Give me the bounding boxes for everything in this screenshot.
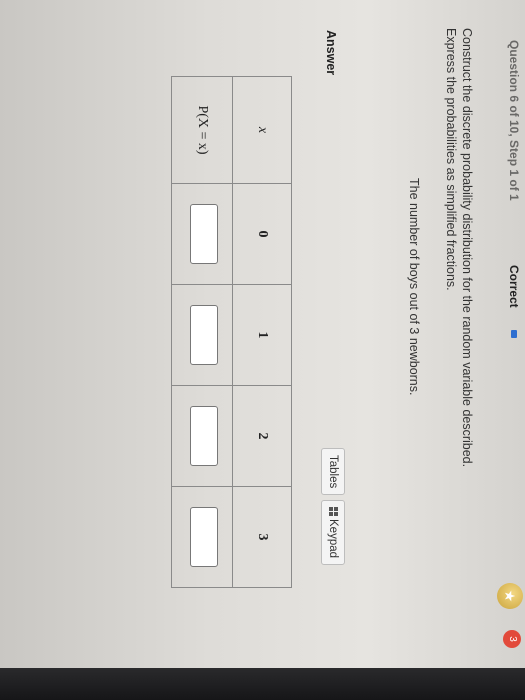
answer-cell-3 [171,486,233,588]
answer-input-3[interactable] [190,507,219,567]
answer-input-2[interactable] [190,406,219,466]
answer-input-1[interactable] [190,305,219,365]
answer-cell-0 [171,183,233,285]
table-row-probability: P(X = x) [171,76,233,588]
star-icon[interactable]: ★ [497,583,523,609]
table-row-x: x 0 1 2 3 [232,76,292,588]
star-count-badge: 3 [503,630,521,648]
row-label-probability: P(X = x) [171,76,233,184]
question-instructions: Construct the discrete probability distr… [444,28,474,468]
keypad-button[interactable]: Keypad [321,500,345,566]
device-bezel [0,668,525,700]
row-label-x: x [232,76,292,184]
tables-button[interactable]: Tables [321,448,345,496]
status-indicator [511,330,517,338]
column-header-3: 3 [232,486,292,588]
top-status-strip: Question 6 of 10, Step 1 of 1 Correct ★ … [497,0,525,668]
column-header-0: 0 [232,183,292,285]
photo-background: Question 6 of 10, Step 1 of 1 Correct ★ … [0,0,525,700]
random-variable-description: The number of boys out of 3 newborns. [407,178,421,396]
column-header-2: 2 [232,385,292,487]
answer-input-0[interactable] [190,204,219,264]
tables-button-label: Tables [327,455,339,489]
answer-label: Answer [324,30,338,76]
question-label: Question 6 of 10, Step 1 of 1 [507,40,521,201]
answer-cell-1 [171,284,233,386]
status-text: Correct [507,265,521,308]
probability-distribution-table: x 0 1 2 3 P(X = x) [171,76,292,588]
column-header-1: 1 [232,284,292,386]
keypad-button-label: Keypad [327,519,339,559]
screen-content: Question 6 of 10, Step 1 of 1 Correct ★ … [0,0,525,668]
answer-cell-2 [171,385,233,487]
keypad-icon [329,507,338,516]
